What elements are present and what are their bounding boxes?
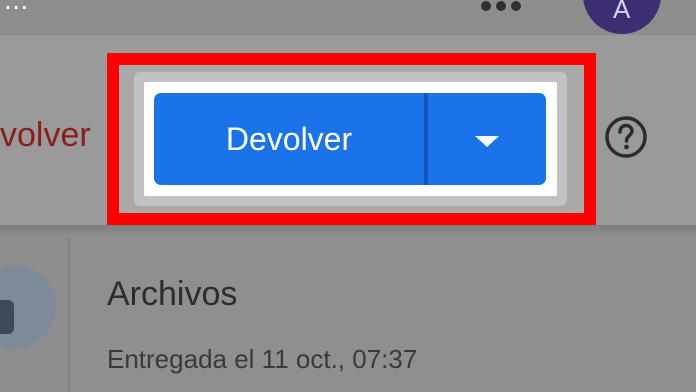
header-shadow: [0, 225, 696, 237]
delivered-status: Entregada el 11 oct., 07:37: [107, 344, 418, 374]
return-link[interactable]: volver: [0, 118, 91, 152]
caret-down-icon: [475, 136, 499, 147]
help-icon[interactable]: [602, 113, 650, 161]
return-split-button: Devolver: [154, 93, 546, 185]
files-title: Archivos: [107, 275, 238, 313]
top-strip: ... A: [0, 0, 696, 35]
document-icon: [0, 300, 14, 334]
top-cut-text: ...: [4, 0, 29, 16]
return-button[interactable]: Devolver: [154, 93, 424, 185]
avatar[interactable]: A: [583, 0, 661, 34]
more-options-icon[interactable]: [476, 0, 526, 14]
avatar-letter: A: [613, 0, 631, 24]
return-options-dropdown[interactable]: [428, 93, 546, 185]
